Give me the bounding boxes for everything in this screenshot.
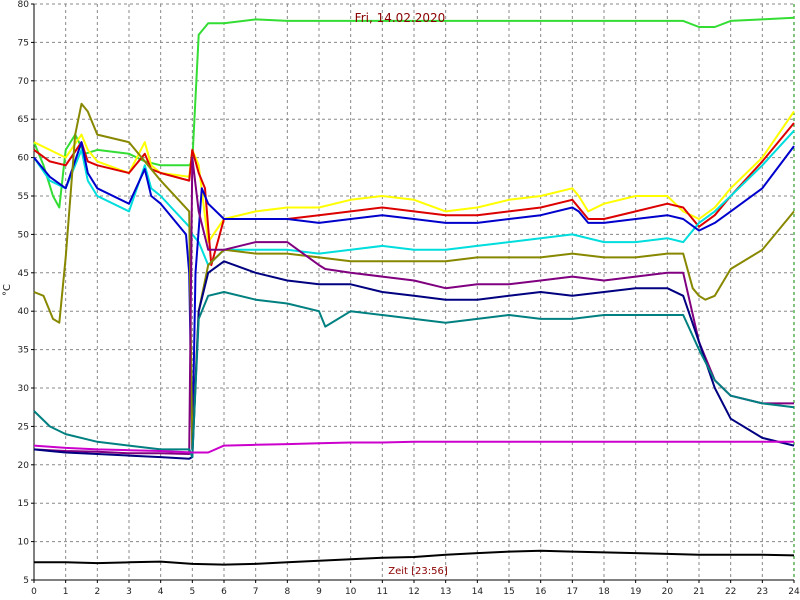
y-tick-label: 40 — [18, 307, 30, 317]
y-tick-label: 55 — [18, 192, 29, 202]
y-tick-label: 60 — [18, 154, 30, 164]
x-tick-label: 1 — [63, 587, 69, 597]
y-tick-label: 25 — [18, 422, 29, 432]
x-tick-label: 14 — [472, 587, 484, 597]
x-tick-label: 20 — [662, 587, 674, 597]
x-tick-label: 2 — [94, 587, 100, 597]
x-tick-label: 3 — [126, 587, 132, 597]
x-tick-label: 23 — [757, 587, 768, 597]
y-tick-label: 70 — [18, 77, 30, 87]
y-tick-label: 10 — [18, 538, 30, 548]
temperature-chart: 51015202530354045505560657075800 1 2 3 4 5 6 7 8… — [0, 0, 800, 600]
x-tick-label: 7 — [253, 587, 259, 597]
y-tick-label: 5 — [23, 576, 29, 586]
x-tick-label: 12 — [408, 587, 419, 597]
chart-title: Fri, 14.02.2020 — [355, 11, 446, 25]
x-tick-label: 19 — [630, 587, 642, 597]
x-tick-label: 21 — [693, 587, 704, 597]
x-tick-label: 10 — [345, 587, 357, 597]
x-tick-label: 17 — [567, 587, 578, 597]
x-tick-label: 24 — [788, 587, 800, 597]
x-tick-label: 18 — [598, 587, 610, 597]
y-tick-label: 35 — [18, 346, 29, 356]
y-tick-label: 75 — [18, 38, 29, 48]
x-tick-label: 5 — [189, 587, 195, 597]
y-tick-label: 15 — [18, 499, 29, 509]
y-tick-label: 20 — [18, 461, 30, 471]
x-tick-label: 16 — [535, 587, 547, 597]
y-axis-label: °C — [2, 284, 13, 296]
y-tick-label: 45 — [18, 269, 29, 279]
x-tick-label: 4 — [158, 587, 164, 597]
y-tick-label: 50 — [18, 230, 30, 240]
x-tick-label: 6 — [221, 587, 227, 597]
x-axis-label: Zeit [23:56] — [388, 566, 448, 577]
x-tick-label: 13 — [440, 587, 451, 597]
x-tick-label: 0 — [31, 587, 37, 597]
y-tick-label: 65 — [18, 115, 29, 125]
y-tick-label: 30 — [18, 384, 30, 394]
chart-background — [0, 0, 800, 600]
x-tick-label: 11 — [377, 587, 388, 597]
x-tick-label: 22 — [725, 587, 736, 597]
x-tick-label: 9 — [316, 587, 322, 597]
x-tick-label: 8 — [284, 587, 290, 597]
x-tick-label: 15 — [503, 587, 514, 597]
y-tick-label: 80 — [18, 0, 30, 10]
